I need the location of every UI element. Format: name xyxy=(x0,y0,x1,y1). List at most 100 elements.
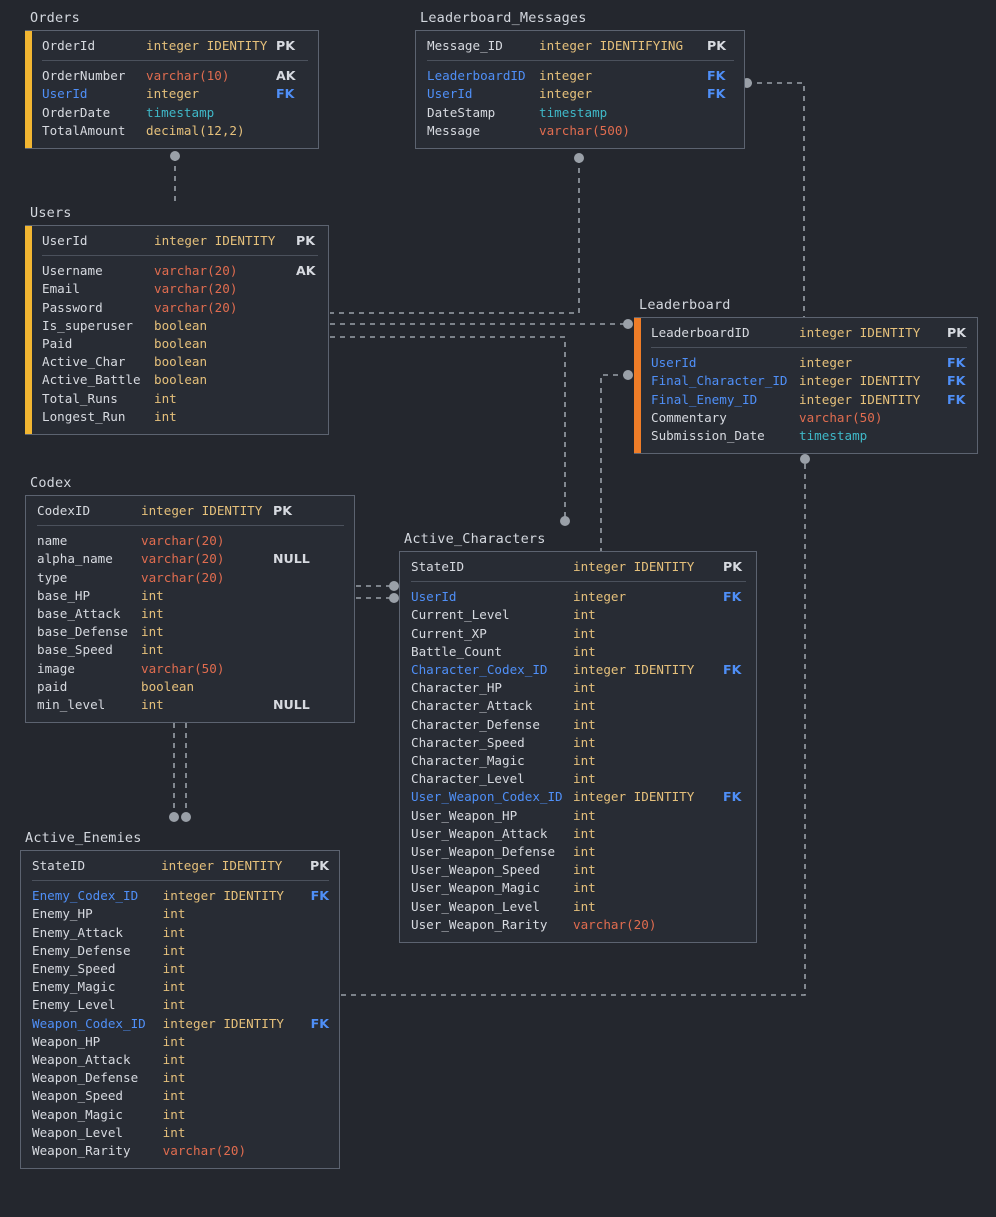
column-key xyxy=(311,1106,329,1124)
column-type: integer IDENTITY xyxy=(154,232,296,250)
column-type: varchar(50) xyxy=(799,409,947,427)
column-key xyxy=(723,697,746,715)
entity-leaderboard[interactable]: LeaderboardLeaderboardIDinteger IDENTITY… xyxy=(634,297,978,454)
table-row: UserIdintegerFK xyxy=(427,85,734,103)
table-row: paidboolean xyxy=(37,678,344,696)
table-row: Active_Battleboolean xyxy=(42,371,318,389)
column-key: FK xyxy=(276,85,308,103)
column-key xyxy=(723,643,746,661)
table-row: Enemy_Speedint xyxy=(32,960,329,978)
table-row: Message_IDinteger IDENTIFYINGPK xyxy=(427,37,734,55)
table-row: User_Weapon_Levelint xyxy=(411,898,746,916)
table-row: Longest_Runint xyxy=(42,408,318,426)
table-row: Enemy_Codex_IDinteger IDENTITYFK xyxy=(32,887,329,905)
column-name: Enemy_Level xyxy=(32,996,163,1014)
column-type: timestamp xyxy=(539,104,707,122)
column-type: varchar(20) xyxy=(154,299,296,317)
table-row: Is_superuserboolean xyxy=(42,317,318,335)
column-key xyxy=(311,1142,329,1160)
column-key xyxy=(276,122,308,140)
entity-title: Codex xyxy=(25,475,355,491)
table-row: Enemy_Levelint xyxy=(32,996,329,1014)
column-name: TotalAmount xyxy=(42,122,146,140)
entity-title: Active_Characters xyxy=(399,531,757,547)
column-key: PK xyxy=(310,857,329,875)
column-key: PK xyxy=(723,558,746,576)
table-row: User_Weapon_Rarityvarchar(20) xyxy=(411,916,746,934)
column-type: int xyxy=(163,942,311,960)
column-name: Weapon_Speed xyxy=(32,1087,163,1105)
column-key: NULL xyxy=(273,550,344,568)
column-name: base_Attack xyxy=(37,605,141,623)
column-name: image xyxy=(37,660,141,678)
table-row: User_Weapon_Speedint xyxy=(411,861,746,879)
column-name: Active_Battle xyxy=(42,371,154,389)
entity-title: Active_Enemies xyxy=(20,830,340,846)
column-type: int xyxy=(573,861,723,879)
entity-active_characters[interactable]: Active_CharactersStateIDinteger IDENTITY… xyxy=(399,531,757,943)
column-key: PK xyxy=(707,37,734,55)
column-type: int xyxy=(163,1051,311,1069)
entity-box: UserIdinteger IDENTITYPK Usernamevarchar(… xyxy=(25,225,329,435)
entity-leaderboard_messages[interactable]: Leaderboard_Messages Message_IDinteger ID… xyxy=(415,10,745,149)
table-row: alpha_namevarchar(20)NULL xyxy=(37,550,344,568)
column-name: Submission_Date xyxy=(651,427,799,445)
table-row: Final_Enemy_IDinteger IDENTITYFK xyxy=(651,391,967,409)
column-name: Character_Codex_ID xyxy=(411,661,573,679)
column-key xyxy=(723,843,746,861)
table-row: UserIdinteger IDENTITYPK xyxy=(42,232,318,250)
column-type: int xyxy=(163,924,311,942)
column-type: int xyxy=(573,606,723,624)
column-key xyxy=(311,996,329,1014)
entity-active_enemies[interactable]: Active_EnemiesStateIDinteger IDENTITYPKE… xyxy=(20,830,340,1169)
column-key: PK xyxy=(296,232,318,250)
column-name: User_Weapon_Rarity xyxy=(411,916,573,934)
entity-title: Users xyxy=(25,205,329,221)
column-type: int xyxy=(573,679,723,697)
column-key xyxy=(723,861,746,879)
table-row: Commentaryvarchar(50) xyxy=(651,409,967,427)
column-type: integer IDENTITY xyxy=(163,887,311,905)
entity-codex[interactable]: CodexCodexIDinteger IDENTITYPKnamevarcha… xyxy=(25,475,355,723)
column-name: Current_XP xyxy=(411,625,573,643)
column-name: OrderId xyxy=(42,37,146,55)
column-type: varchar(20) xyxy=(154,262,296,280)
column-type: integer xyxy=(799,354,947,372)
column-name: Weapon_Attack xyxy=(32,1051,163,1069)
pk-divider xyxy=(42,255,318,256)
table-row: User_Weapon_Defenseint xyxy=(411,843,746,861)
column-name: Weapon_Rarity xyxy=(32,1142,163,1160)
column-key xyxy=(311,1051,329,1069)
column-name: Enemy_Codex_ID xyxy=(32,887,163,905)
column-key xyxy=(311,978,329,996)
column-key xyxy=(273,660,344,678)
entity-orders[interactable]: OrdersOrderIdinteger IDENTITYPKOrderNumb… xyxy=(25,10,319,149)
column-type: boolean xyxy=(154,371,296,389)
primary-key-row: UserIdinteger IDENTITYPK xyxy=(42,232,318,250)
entity-title: Leaderboard_Messages xyxy=(415,10,745,26)
column-key xyxy=(723,879,746,897)
primary-key-row: CodexIDinteger IDENTITYPK xyxy=(37,502,344,520)
column-key xyxy=(273,605,344,623)
column-name: base_HP xyxy=(37,587,141,605)
column-type: timestamp xyxy=(146,104,276,122)
table-row: Usernamevarchar(20)AK xyxy=(42,262,318,280)
table-row: Weapon_Codex_IDinteger IDENTITYFK xyxy=(32,1015,329,1033)
column-type: integer xyxy=(539,85,707,103)
entity-users[interactable]: Users UserIdinteger IDENTITYPK Usernamevar… xyxy=(25,205,329,435)
table-row: Weapon_HPint xyxy=(32,1033,329,1051)
column-key xyxy=(296,371,318,389)
column-key: FK xyxy=(707,85,734,103)
column-type: int xyxy=(573,734,723,752)
column-name: OrderDate xyxy=(42,104,146,122)
column-type: int xyxy=(141,587,273,605)
pk-divider xyxy=(42,60,308,61)
table-row: UserIdintegerFK xyxy=(651,354,967,372)
column-type: integer xyxy=(539,67,707,85)
column-key xyxy=(723,606,746,624)
table-row: LeaderboardIDinteger IDENTITYPK xyxy=(651,324,967,342)
table-row: OrderIdinteger IDENTITYPK xyxy=(42,37,308,55)
entity-body: OrderIdinteger IDENTITYPKOrderNumbervarc… xyxy=(32,31,318,148)
table-row: User_Weapon_Attackint xyxy=(411,825,746,843)
column-type: int xyxy=(573,643,723,661)
